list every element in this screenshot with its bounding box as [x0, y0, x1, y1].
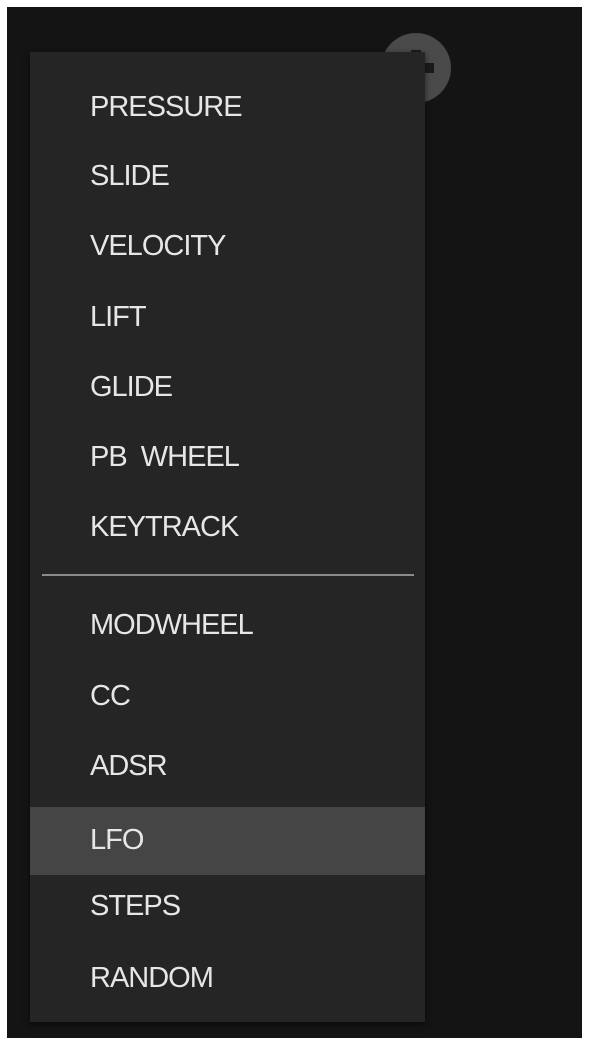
menu-item-cc[interactable]: CC — [30, 657, 425, 725]
modulation-panel: PRESSURE SLIDE VELOCITY LIFT GLIDE PB WH… — [7, 7, 582, 1038]
menu-item-label: STEPS — [90, 890, 181, 922]
menu-item-random[interactable]: RANDOM — [30, 939, 425, 1007]
menu-item-keytrack[interactable]: KEYTRACK — [30, 488, 425, 556]
menu-item-label: VELOCITY — [90, 230, 226, 262]
menu-item-label: CC — [90, 680, 131, 712]
menu-item-modwheel[interactable]: MODWHEEL — [30, 586, 425, 654]
menu-item-label: MODWHEEL — [90, 609, 254, 641]
menu-item-label: PB WHEEL — [90, 441, 240, 473]
menu-item-label: GLIDE — [90, 371, 173, 403]
menu-item-steps[interactable]: STEPS — [30, 867, 425, 935]
menu-item-pb-wheel[interactable]: PB WHEEL — [30, 418, 425, 486]
menu-item-lfo[interactable]: LFO — [30, 807, 425, 875]
modulation-source-menu: PRESSURE SLIDE VELOCITY LIFT GLIDE PB WH… — [30, 52, 425, 1022]
menu-item-label: KEYTRACK — [90, 511, 239, 543]
menu-item-label: RANDOM — [90, 962, 214, 994]
menu-item-label: ADSR — [90, 750, 168, 782]
menu-item-label: LIFT — [90, 301, 147, 333]
menu-item-label: SLIDE — [90, 160, 170, 192]
menu-item-velocity[interactable]: VELOCITY — [30, 207, 425, 275]
menu-item-label: PRESSURE — [90, 91, 243, 123]
menu-item-lift[interactable]: LIFT — [30, 278, 425, 346]
menu-item-glide[interactable]: GLIDE — [30, 348, 425, 416]
menu-item-slide[interactable]: SLIDE — [30, 137, 425, 205]
menu-item-adsr[interactable]: ADSR — [30, 727, 425, 795]
menu-divider — [42, 574, 414, 576]
menu-item-label: LFO — [90, 824, 144, 856]
menu-item-pressure[interactable]: PRESSURE — [30, 68, 425, 136]
